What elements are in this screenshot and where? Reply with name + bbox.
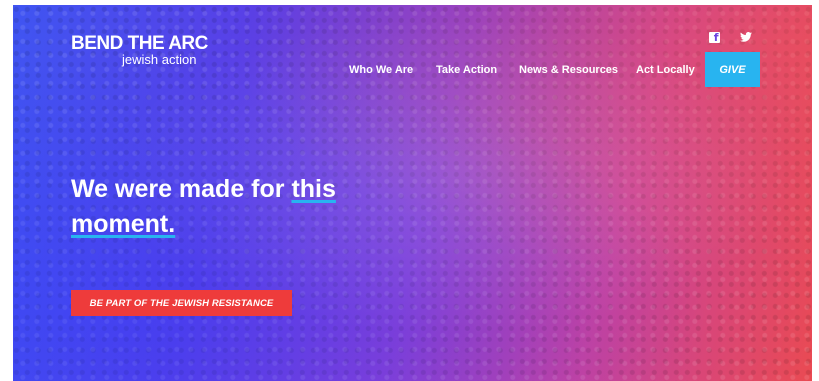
hero-banner: BEND THE ARC jewish action Who We Are Ta… <box>13 5 812 381</box>
nav-who-we-are[interactable]: Who We Are <box>349 64 413 76</box>
nav-act-locally[interactable]: Act Locally <box>636 64 695 76</box>
facebook-icon[interactable] <box>706 29 722 45</box>
headline-line-2: moment. <box>71 207 471 242</box>
join-resistance-button[interactable]: BE PART OF THE JEWISH RESISTANCE <box>71 290 292 316</box>
give-button[interactable]: GIVE <box>705 52 760 87</box>
headline-prefix: We were made for <box>71 175 292 203</box>
hero-headline: We were made for this moment. <box>71 172 471 242</box>
headline-line-1: We were made for this <box>71 172 471 207</box>
headline-emphasis-moment: moment. <box>71 210 176 238</box>
headline-emphasis-this: this <box>291 175 336 203</box>
nav-news-resources[interactable]: News & Resources <box>519 64 618 76</box>
twitter-icon[interactable] <box>738 29 754 45</box>
brand-logo[interactable]: BEND THE ARC jewish action <box>71 34 208 66</box>
nav-take-action[interactable]: Take Action <box>436 64 497 76</box>
brand-tagline: jewish action <box>122 52 197 67</box>
brand-name: BEND THE ARC <box>71 33 208 54</box>
